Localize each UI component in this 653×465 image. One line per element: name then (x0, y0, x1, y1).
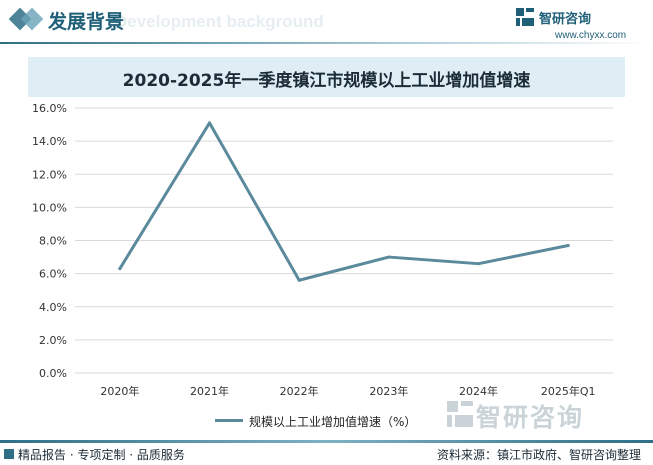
y-tick-label: 4.0% (39, 301, 67, 314)
brand-url: www.chyxx.com (555, 30, 627, 41)
data-point (477, 262, 480, 266)
x-tick-label: 2024年 (459, 384, 498, 398)
y-tick-label: 0.0% (39, 367, 67, 380)
chart-title-band: 2020-2025年一季度镇江市规模以上工业增加值增速 (28, 57, 625, 97)
header-divider (0, 42, 653, 44)
data-point (118, 267, 122, 271)
section-header: Development background 发展背景 智研咨询 www.chy… (0, 0, 653, 44)
y-tick-label: 2.0% (39, 334, 67, 347)
x-tick-label: 2020年 (100, 384, 139, 398)
footer-square-icon (4, 449, 14, 459)
line-chart: 0.0% 2.0% 4.0% 6.0% 8.0% 10.0% 12.0% 14.0% 16.0%… (32, 102, 613, 398)
data-point (208, 121, 211, 125)
section-subtitle-en: Development background (115, 12, 324, 31)
x-tick-label: 2023年 (369, 384, 408, 398)
y-tick-label: 12.0% (32, 168, 67, 181)
y-tick-label: 8.0% (39, 235, 67, 248)
watermark-text: 智研咨询 (476, 403, 585, 432)
y-tick-label: 6.0% (39, 268, 67, 281)
y-tick-label: 14.0% (32, 135, 67, 148)
x-tick-label: 2021年 (190, 384, 229, 398)
data-point (566, 243, 570, 247)
chart-title: 2020-2025年一季度镇江市规模以上工业增加值增速 (122, 71, 531, 91)
watermark-logo-icon (447, 401, 473, 427)
y-tick-label: 16.0% (32, 102, 67, 115)
data-point (297, 278, 301, 282)
footer: 精品报告 · 专项定制 · 品质服务 资料来源：镇江市政府、智研咨询整理 (0, 440, 653, 465)
footer-divider (0, 440, 653, 443)
legend-swatch (215, 419, 243, 422)
x-tick-label: 2022年 (280, 384, 319, 398)
section-title: 发展背景 (48, 11, 125, 33)
brand-logo-icon (516, 8, 534, 26)
series-line (118, 121, 570, 282)
footer-source: 资料来源：镇江市政府、智研咨询整理 (436, 448, 641, 462)
brand: 智研咨询 www.chyxx.com (515, 6, 635, 42)
y-tick-label: 10.0% (32, 201, 67, 214)
legend-label: 规模以上工业增加值增速（%） (249, 415, 417, 429)
footer-tagline: 精品报告 · 专项定制 · 品质服务 (18, 448, 185, 462)
data-point (387, 255, 391, 259)
x-tick-label: 2025年Q1 (541, 384, 596, 398)
brand-name: 智研咨询 (539, 12, 592, 27)
